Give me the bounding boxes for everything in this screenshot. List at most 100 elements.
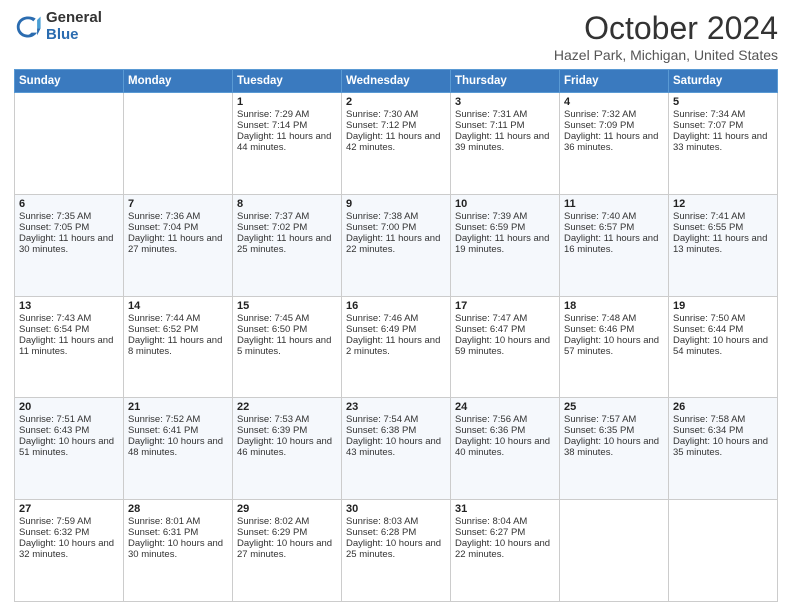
sunset-text: Sunset: 7:11 PM	[455, 120, 525, 131]
day-number: 26	[673, 401, 773, 413]
day-number: 8	[237, 198, 337, 210]
calendar-week-row: 6 Sunrise: 7:35 AM Sunset: 7:05 PM Dayli…	[15, 194, 778, 296]
day-number: 4	[564, 96, 664, 108]
day-number: 7	[128, 198, 228, 210]
daylight-text: Daylight: 11 hours and 39 minutes.	[455, 131, 549, 153]
sunset-text: Sunset: 7:12 PM	[346, 120, 416, 131]
daylight-text: Daylight: 10 hours and 22 minutes.	[455, 538, 550, 560]
day-number: 29	[237, 503, 337, 515]
daylight-text: Daylight: 10 hours and 46 minutes.	[237, 436, 332, 458]
table-row: 16 Sunrise: 7:46 AM Sunset: 6:49 PM Dayl…	[342, 296, 451, 398]
table-row: 12 Sunrise: 7:41 AM Sunset: 6:55 PM Dayl…	[669, 194, 778, 296]
day-number: 28	[128, 503, 228, 515]
day-number: 17	[455, 300, 555, 312]
day-number: 1	[237, 96, 337, 108]
daylight-text: Daylight: 11 hours and 30 minutes.	[19, 233, 113, 255]
table-row: 18 Sunrise: 7:48 AM Sunset: 6:46 PM Dayl…	[560, 296, 669, 398]
daylight-text: Daylight: 10 hours and 43 minutes.	[346, 436, 441, 458]
day-number: 3	[455, 96, 555, 108]
day-number: 19	[673, 300, 773, 312]
table-row: 9 Sunrise: 7:38 AM Sunset: 7:00 PM Dayli…	[342, 194, 451, 296]
col-monday: Monday	[124, 70, 233, 93]
table-row: 8 Sunrise: 7:37 AM Sunset: 7:02 PM Dayli…	[233, 194, 342, 296]
sunset-text: Sunset: 6:55 PM	[673, 222, 743, 233]
month-title: October 2024	[554, 10, 778, 47]
daylight-text: Daylight: 11 hours and 11 minutes.	[19, 335, 113, 357]
daylight-text: Daylight: 10 hours and 35 minutes.	[673, 436, 768, 458]
table-row: 6 Sunrise: 7:35 AM Sunset: 7:05 PM Dayli…	[15, 194, 124, 296]
logo-general: General	[46, 10, 102, 27]
logo-blue: Blue	[46, 27, 102, 44]
sunrise-text: Sunrise: 7:52 AM	[128, 414, 200, 425]
sunset-text: Sunset: 6:57 PM	[564, 222, 634, 233]
daylight-text: Daylight: 10 hours and 30 minutes.	[128, 538, 223, 560]
daylight-text: Daylight: 10 hours and 54 minutes.	[673, 335, 768, 357]
day-number: 15	[237, 300, 337, 312]
daylight-text: Daylight: 11 hours and 13 minutes.	[673, 233, 767, 255]
table-row: 23 Sunrise: 7:54 AM Sunset: 6:38 PM Dayl…	[342, 398, 451, 500]
sunrise-text: Sunrise: 7:40 AM	[564, 211, 636, 222]
sunset-text: Sunset: 6:49 PM	[346, 324, 416, 335]
sunrise-text: Sunrise: 7:57 AM	[564, 414, 636, 425]
sunset-text: Sunset: 6:35 PM	[564, 425, 634, 436]
sunset-text: Sunset: 6:28 PM	[346, 527, 416, 538]
table-row: 5 Sunrise: 7:34 AM Sunset: 7:07 PM Dayli…	[669, 93, 778, 195]
daylight-text: Daylight: 11 hours and 19 minutes.	[455, 233, 549, 255]
day-number: 12	[673, 198, 773, 210]
day-number: 23	[346, 401, 446, 413]
day-number: 31	[455, 503, 555, 515]
daylight-text: Daylight: 11 hours and 36 minutes.	[564, 131, 658, 153]
daylight-text: Daylight: 11 hours and 22 minutes.	[346, 233, 440, 255]
sunset-text: Sunset: 6:50 PM	[237, 324, 307, 335]
sunrise-text: Sunrise: 7:37 AM	[237, 211, 309, 222]
table-row: 20 Sunrise: 7:51 AM Sunset: 6:43 PM Dayl…	[15, 398, 124, 500]
col-thursday: Thursday	[451, 70, 560, 93]
day-number: 25	[564, 401, 664, 413]
table-row: 4 Sunrise: 7:32 AM Sunset: 7:09 PM Dayli…	[560, 93, 669, 195]
sunset-text: Sunset: 6:29 PM	[237, 527, 307, 538]
sunset-text: Sunset: 6:38 PM	[346, 425, 416, 436]
page: General Blue October 2024 Hazel Park, Mi…	[0, 0, 792, 612]
col-sunday: Sunday	[15, 70, 124, 93]
sunrise-text: Sunrise: 7:38 AM	[346, 211, 418, 222]
logo-text: General Blue	[46, 10, 102, 43]
table-row: 1 Sunrise: 7:29 AM Sunset: 7:14 PM Dayli…	[233, 93, 342, 195]
table-row: 28 Sunrise: 8:01 AM Sunset: 6:31 PM Dayl…	[124, 500, 233, 602]
sunset-text: Sunset: 6:34 PM	[673, 425, 743, 436]
sunrise-text: Sunrise: 7:41 AM	[673, 211, 745, 222]
calendar-table: Sunday Monday Tuesday Wednesday Thursday…	[14, 69, 778, 602]
table-row	[15, 93, 124, 195]
sunset-text: Sunset: 7:05 PM	[19, 222, 89, 233]
sunset-text: Sunset: 6:44 PM	[673, 324, 743, 335]
table-row: 11 Sunrise: 7:40 AM Sunset: 6:57 PM Dayl…	[560, 194, 669, 296]
sunrise-text: Sunrise: 7:44 AM	[128, 313, 200, 324]
day-number: 2	[346, 96, 446, 108]
sunrise-text: Sunrise: 7:36 AM	[128, 211, 200, 222]
sunrise-text: Sunrise: 7:47 AM	[455, 313, 527, 324]
sunrise-text: Sunrise: 7:54 AM	[346, 414, 418, 425]
day-number: 9	[346, 198, 446, 210]
day-number: 27	[19, 503, 119, 515]
sunset-text: Sunset: 6:43 PM	[19, 425, 89, 436]
daylight-text: Daylight: 10 hours and 51 minutes.	[19, 436, 114, 458]
day-number: 18	[564, 300, 664, 312]
sunrise-text: Sunrise: 7:29 AM	[237, 109, 309, 120]
sunrise-text: Sunrise: 7:53 AM	[237, 414, 309, 425]
daylight-text: Daylight: 11 hours and 8 minutes.	[128, 335, 222, 357]
col-tuesday: Tuesday	[233, 70, 342, 93]
table-row: 30 Sunrise: 8:03 AM Sunset: 6:28 PM Dayl…	[342, 500, 451, 602]
day-number: 16	[346, 300, 446, 312]
daylight-text: Daylight: 10 hours and 27 minutes.	[237, 538, 332, 560]
sunset-text: Sunset: 7:09 PM	[564, 120, 634, 131]
day-number: 24	[455, 401, 555, 413]
day-number: 20	[19, 401, 119, 413]
logo: General Blue	[14, 10, 102, 43]
sunset-text: Sunset: 6:54 PM	[19, 324, 89, 335]
daylight-text: Daylight: 11 hours and 25 minutes.	[237, 233, 331, 255]
sunrise-text: Sunrise: 8:02 AM	[237, 516, 309, 527]
day-number: 13	[19, 300, 119, 312]
table-row	[560, 500, 669, 602]
table-row: 29 Sunrise: 8:02 AM Sunset: 6:29 PM Dayl…	[233, 500, 342, 602]
day-number: 21	[128, 401, 228, 413]
sunset-text: Sunset: 6:39 PM	[237, 425, 307, 436]
